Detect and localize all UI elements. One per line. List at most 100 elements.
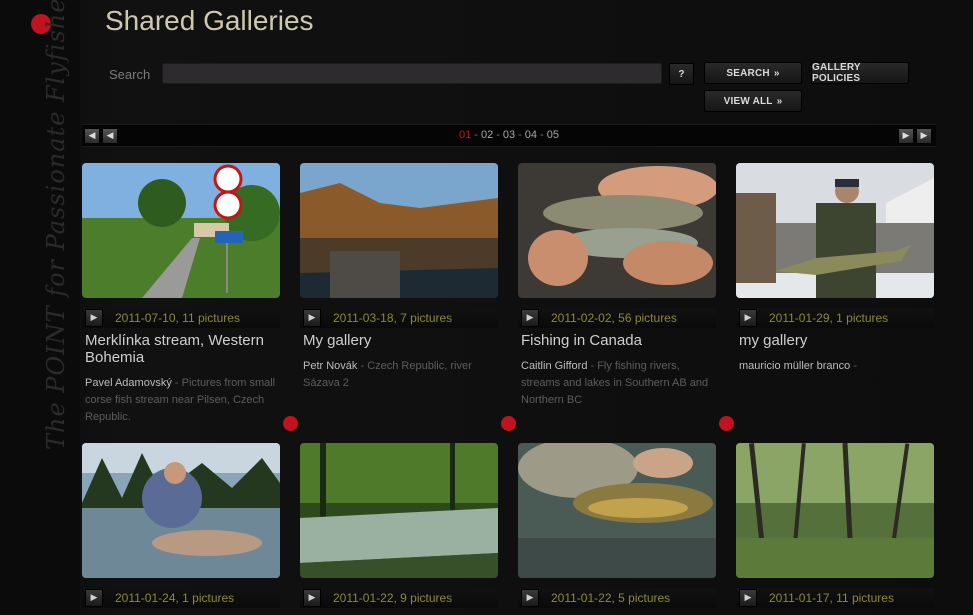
- gallery-desc-text: -: [850, 360, 857, 372]
- last-page-icon: ▶: [920, 131, 928, 141]
- play-icon: ▶: [90, 593, 98, 603]
- gallery-thumbnail[interactable]: [300, 163, 498, 298]
- page-link-4[interactable]: 04: [525, 129, 537, 141]
- gallery-title[interactable]: Fishing in Canada: [521, 332, 716, 349]
- play-icon: ▶: [308, 313, 316, 323]
- gallery-card: ▶ 2011-01-24, 1 pictures: [82, 443, 280, 608]
- gallery-thumbnail[interactable]: [82, 443, 280, 578]
- gallery-thumbnail[interactable]: [736, 163, 934, 298]
- play-slideshow-button[interactable]: ▶: [521, 309, 539, 327]
- play-icon: ▶: [308, 593, 316, 603]
- play-slideshow-button[interactable]: ▶: [85, 309, 103, 327]
- gallery-policies-label: GALLERY POLICIES: [812, 62, 861, 84]
- gallery-card: ▶ 2011-07-10, 11 pictures Merklínka stre…: [82, 163, 280, 426]
- gallery-meta: 2011-03-18, 7 pictures: [333, 311, 453, 325]
- gallery-meta-row: ▶ 2011-01-22, 9 pictures: [300, 588, 498, 608]
- play-slideshow-button[interactable]: ▶: [521, 589, 539, 607]
- tagline: The POINT for Passionate Flyfishers: [42, 0, 70, 450]
- pager-separator: -: [518, 129, 522, 141]
- last-page-button[interactable]: ▶: [916, 128, 932, 144]
- gallery-thumbnail[interactable]: [300, 443, 498, 578]
- search-button[interactable]: SEARCH »: [704, 62, 802, 84]
- gallery-meta-row: ▶ 2011-01-29, 1 pictures: [736, 308, 934, 328]
- search-label: Search: [109, 67, 151, 82]
- forest-stream-photo: [300, 443, 498, 578]
- page-link-5[interactable]: 05: [547, 129, 559, 141]
- play-slideshow-button[interactable]: ▶: [303, 309, 321, 327]
- play-icon: ▶: [90, 313, 98, 323]
- gallery-author[interactable]: mauricio müller branco: [739, 360, 850, 372]
- gallery-meta-row: ▶ 2011-07-10, 11 pictures: [82, 308, 280, 328]
- page-link-3[interactable]: 03: [503, 129, 515, 141]
- gallery-meta-row: ▶ 2011-02-02, 56 pictures: [518, 308, 716, 328]
- next-page-button[interactable]: ▶: [898, 128, 914, 144]
- gallery-policies-button[interactable]: GALLERY POLICIES: [811, 62, 909, 84]
- gallery-title[interactable]: Merklínka stream, Western Bohemia: [85, 332, 280, 366]
- gallery-card: ▶ 2011-01-22, 5 pictures: [518, 443, 716, 608]
- gallery-thumbnail[interactable]: [82, 163, 280, 298]
- separator-dot: [283, 416, 298, 431]
- double-chevron-right-icon: »: [776, 95, 783, 107]
- gallery-meta-row: ▶ 2011-01-17, 11 pictures: [736, 588, 934, 608]
- gallery-meta: 2011-01-22, 5 pictures: [551, 591, 671, 605]
- page-link-2[interactable]: 02: [481, 129, 493, 141]
- pager-bar: ◀ ◀ 01-02-03-04-05 ▶ ▶: [82, 124, 936, 147]
- gallery-meta: 2011-01-29, 1 pictures: [769, 311, 889, 325]
- gallery-card: ▶ 2011-03-18, 7 pictures My gallery Petr…: [300, 163, 498, 392]
- angler-with-salmon-photo: [82, 443, 280, 578]
- search-button-label: SEARCH: [726, 67, 770, 79]
- double-chevron-right-icon: »: [773, 67, 780, 79]
- gallery-meta: 2011-01-22, 9 pictures: [333, 591, 453, 605]
- gallery-title[interactable]: my gallery: [739, 332, 934, 349]
- gallery-meta: 2011-02-02, 56 pictures: [551, 311, 677, 325]
- gallery-meta-row: ▶ 2011-03-18, 7 pictures: [300, 308, 498, 328]
- gallery-card: ▶ 2011-02-02, 56 pictures Fishing in Can…: [518, 163, 716, 409]
- gallery-thumbnail[interactable]: [518, 163, 716, 298]
- view-all-label: VIEW ALL: [723, 95, 773, 107]
- page: The POINT for Passionate Flyfishers Shar…: [0, 0, 973, 615]
- play-slideshow-button[interactable]: ▶: [303, 589, 321, 607]
- view-all-button[interactable]: VIEW ALL »: [704, 90, 802, 112]
- separator-dot: [501, 416, 516, 431]
- help-button-label: ?: [678, 68, 685, 80]
- gallery-meta-row: ▶ 2011-01-22, 5 pictures: [518, 588, 716, 608]
- page-link-1[interactable]: 01: [459, 129, 471, 141]
- play-slideshow-button[interactable]: ▶: [85, 589, 103, 607]
- play-icon: ▶: [744, 593, 752, 603]
- gallery-meta: 2011-01-24, 1 pictures: [115, 591, 235, 605]
- play-icon: ▶: [526, 593, 534, 603]
- help-button[interactable]: ?: [669, 63, 694, 85]
- gallery-meta: 2011-01-17, 11 pictures: [769, 591, 894, 605]
- gallery-title[interactable]: My gallery: [303, 332, 498, 349]
- stream-road-photo: [82, 163, 280, 298]
- play-slideshow-button[interactable]: ▶: [739, 589, 757, 607]
- play-slideshow-button[interactable]: ▶: [739, 309, 757, 327]
- play-icon: ▶: [526, 313, 534, 323]
- gallery-thumbnail[interactable]: [518, 443, 716, 578]
- gallery-author[interactable]: Petr Novák: [303, 360, 357, 372]
- man-with-pike-photo: [736, 163, 934, 298]
- brown-trout-water-photo: [518, 443, 716, 578]
- gallery-thumbnail[interactable]: [736, 443, 934, 578]
- pager-numbers: 01-02-03-04-05: [82, 129, 936, 141]
- gallery-meta-row: ▶ 2011-01-24, 1 pictures: [82, 588, 280, 608]
- gallery-author[interactable]: Pavel Adamovský: [85, 377, 172, 389]
- pager-separator: -: [496, 129, 500, 141]
- willow-trees-photo: [736, 443, 934, 578]
- play-icon: ▶: [744, 313, 752, 323]
- river-reflection-photo: [300, 163, 498, 298]
- search-input[interactable]: [162, 63, 662, 84]
- gallery-description: Caitlin Gifford - Fly fishing rivers, st…: [521, 358, 713, 409]
- separator-dot: [719, 416, 734, 431]
- gallery-description: Petr Novák - Czech Republic, river Sázav…: [303, 358, 495, 392]
- pager-separator: -: [540, 129, 544, 141]
- gallery-card: ▶ 2011-01-29, 1 pictures my gallery maur…: [736, 163, 934, 375]
- gallery-meta: 2011-07-10, 11 pictures: [115, 311, 240, 325]
- gallery-description: Pavel Adamovský - Pictures from small co…: [85, 375, 277, 426]
- trout-in-hands-photo: [518, 163, 716, 298]
- gallery-author[interactable]: Caitlin Gifford: [521, 360, 587, 372]
- gallery-card: ▶ 2011-01-22, 9 pictures: [300, 443, 498, 608]
- gallery-description: mauricio müller branco -: [739, 358, 931, 375]
- gallery-card: ▶ 2011-01-17, 11 pictures: [736, 443, 934, 608]
- page-title: Shared Galleries: [105, 5, 314, 36]
